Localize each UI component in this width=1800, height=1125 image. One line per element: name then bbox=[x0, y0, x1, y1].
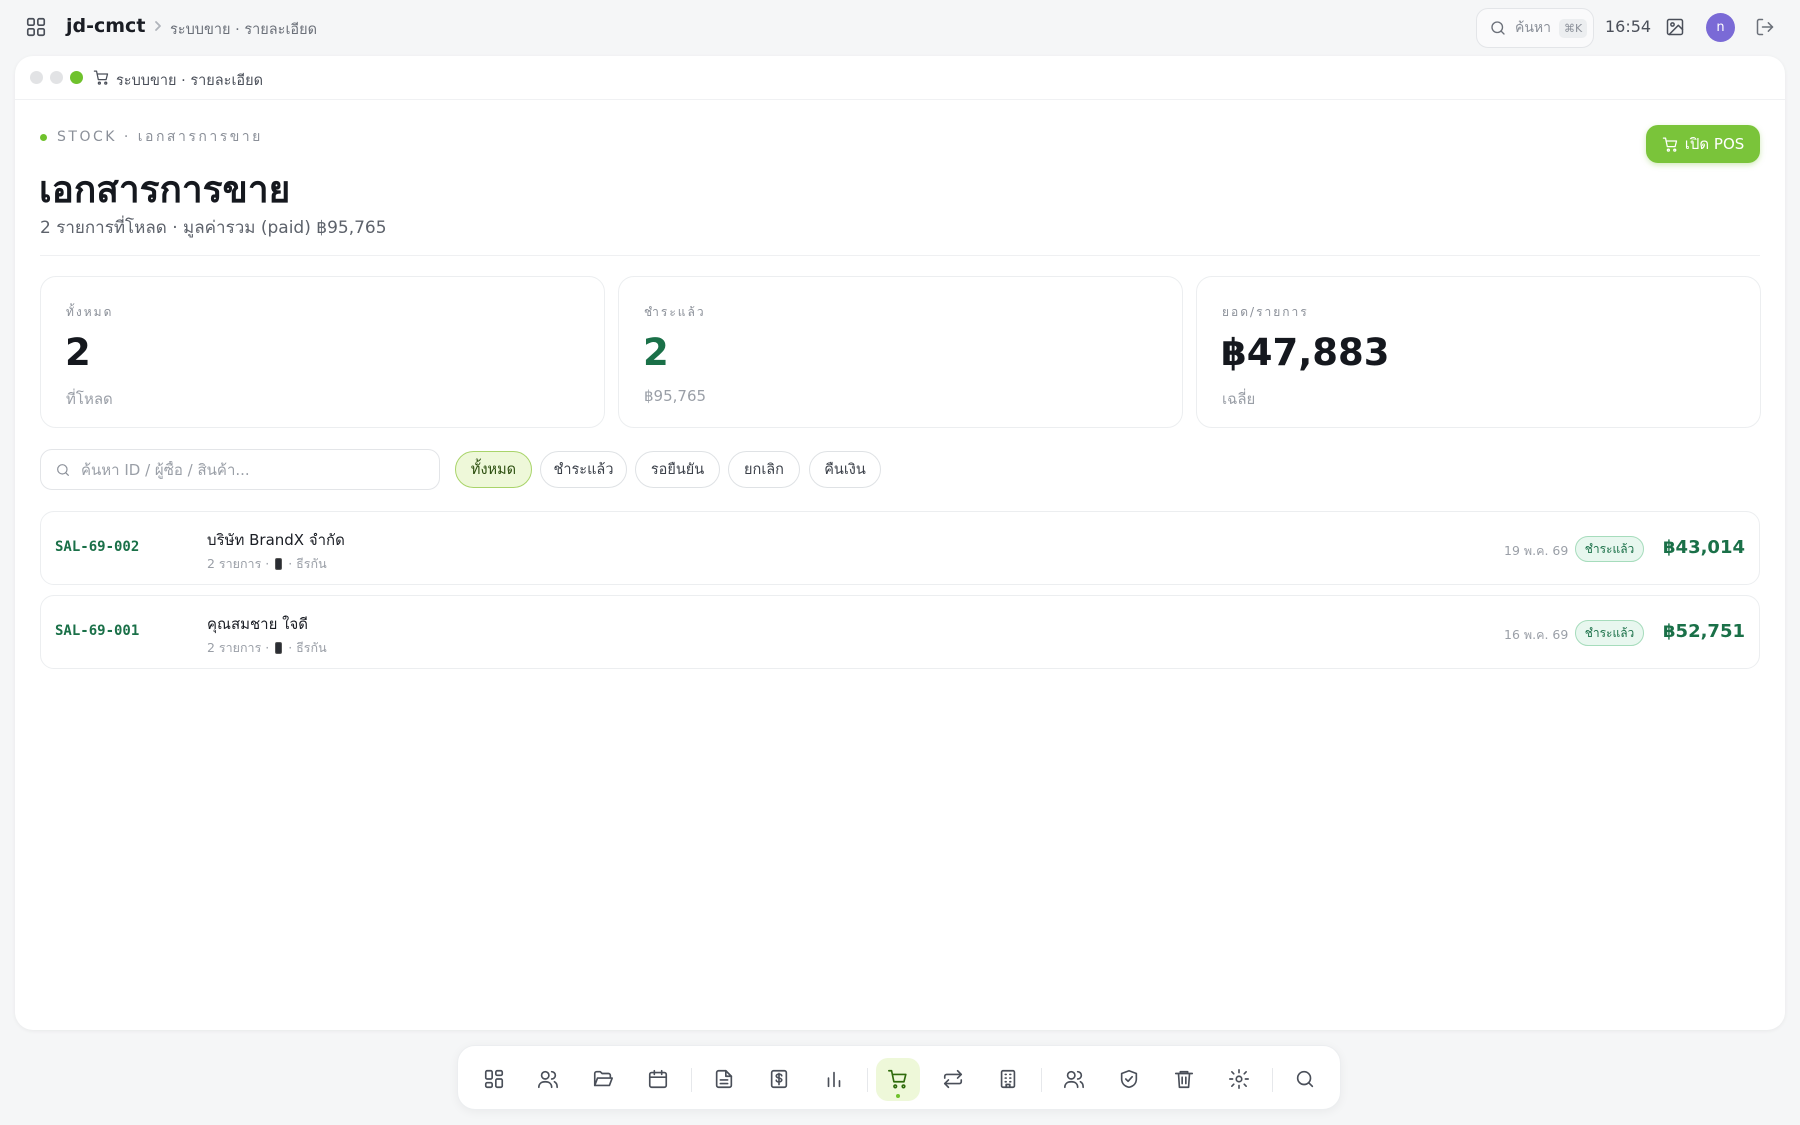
cart-icon bbox=[93, 69, 110, 86]
divider bbox=[40, 255, 1760, 256]
dock-separator bbox=[867, 1068, 868, 1092]
stat-note: ที่โหลด bbox=[66, 390, 113, 408]
filter-chip-all[interactable]: ทั้งหมด bbox=[455, 451, 532, 488]
sale-date: 16 พ.ค. 69 bbox=[1504, 627, 1569, 642]
dock-separator bbox=[691, 1068, 692, 1092]
bar-chart-icon[interactable] bbox=[812, 1058, 856, 1101]
calendar-icon[interactable] bbox=[636, 1058, 680, 1101]
page-eyebrow: STOCK · เอกสารการขาย bbox=[40, 126, 263, 148]
page-subtitle: 2 รายการที่โหลด · มูลค่ารวม (paid) ฿95,7… bbox=[40, 218, 387, 238]
sale-row[interactable]: SAL-69-001 คุณสมชาย ใจดี 2 รายการ · · ธี… bbox=[40, 595, 1760, 669]
bottom-dock bbox=[457, 1045, 1341, 1110]
sale-meta: 2 รายการ · · ธีรกัน bbox=[207, 638, 327, 658]
stat-value: 2 bbox=[643, 331, 669, 374]
filter-chip-pending[interactable]: รอยืนยัน bbox=[635, 451, 720, 488]
trash-icon[interactable] bbox=[1162, 1058, 1206, 1101]
status-badge: ชำระแล้ว bbox=[1575, 620, 1644, 646]
open-pos-button[interactable]: เปิด POS bbox=[1646, 125, 1760, 163]
document-icon[interactable] bbox=[702, 1058, 746, 1101]
sale-customer: คุณสมชาย ใจดี bbox=[207, 615, 309, 633]
dock-separator bbox=[1272, 1068, 1273, 1092]
sale-customer: บริษัท BrandX จำกัด bbox=[207, 531, 345, 549]
stat-label: ชำระแล้ว bbox=[644, 305, 706, 319]
sale-amount: ฿52,751 bbox=[1663, 621, 1745, 642]
stat-note: เฉลี่ย bbox=[1222, 390, 1256, 408]
phone-icon bbox=[275, 642, 283, 654]
search-icon bbox=[1491, 21, 1505, 35]
app-name[interactable]: jd-cmct bbox=[66, 15, 145, 37]
cart-icon[interactable] bbox=[876, 1058, 920, 1101]
stat-label: ยอด/รายการ bbox=[1222, 305, 1309, 319]
cart-icon bbox=[1662, 136, 1677, 152]
users-icon[interactable] bbox=[526, 1058, 570, 1101]
sale-id: SAL-69-002 bbox=[55, 539, 140, 555]
folder-open-icon[interactable] bbox=[581, 1058, 625, 1101]
avatar[interactable]: n bbox=[1706, 13, 1735, 42]
open-pos-label: เปิด POS bbox=[1684, 135, 1745, 153]
status-dot bbox=[40, 133, 47, 141]
team-icon[interactable] bbox=[1052, 1058, 1096, 1101]
page-title: เอกสารการขาย bbox=[39, 168, 291, 211]
chevron-right-icon bbox=[153, 20, 163, 32]
global-search-button[interactable]: ค้นหา ⌘K bbox=[1476, 8, 1594, 48]
status-badge: ชำระแล้ว bbox=[1575, 536, 1644, 562]
window-title-bar: ระบบขาย · รายละเอียด bbox=[15, 56, 1785, 100]
sale-date: 19 พ.ค. 69 bbox=[1504, 543, 1569, 558]
invoice-icon[interactable] bbox=[757, 1058, 801, 1101]
filter-chip-paid[interactable]: ชำระแล้ว bbox=[540, 451, 627, 488]
eyebrow-label: STOCK · เอกสารการขาย bbox=[57, 129, 263, 145]
window-maximize-dot[interactable] bbox=[70, 71, 83, 84]
clock: 16:54 bbox=[1605, 17, 1652, 36]
stat-value: 2 bbox=[65, 331, 91, 374]
window-title: ระบบขาย · รายละเอียด bbox=[116, 73, 264, 89]
image-icon[interactable] bbox=[1665, 17, 1685, 37]
search-shortcut: ⌘K bbox=[1559, 18, 1588, 38]
filter-chip-cancelled[interactable]: ยกเลิก bbox=[728, 451, 800, 488]
sale-channel: · ธีรกัน bbox=[288, 640, 327, 655]
sale-items: 2 รายการ · bbox=[207, 556, 270, 571]
logout-icon[interactable] bbox=[1755, 17, 1775, 37]
app-grid-icon[interactable] bbox=[25, 16, 47, 38]
building-icon[interactable] bbox=[986, 1058, 1030, 1101]
stat-value: ฿47,883 bbox=[1221, 331, 1390, 374]
search-icon[interactable] bbox=[1283, 1058, 1327, 1101]
breadcrumb[interactable]: ระบบขาย · รายละเอียด bbox=[170, 18, 317, 41]
search-icon bbox=[57, 463, 69, 476]
stat-card-total: ทั้งหมด 2 ที่โหลด bbox=[40, 276, 605, 428]
settings-icon[interactable] bbox=[1217, 1058, 1261, 1101]
sale-items: 2 รายการ · bbox=[207, 640, 270, 655]
sale-meta: 2 รายการ · · ธีรกัน bbox=[207, 554, 327, 574]
dock-separator bbox=[1041, 1068, 1042, 1092]
sales-search-input[interactable] bbox=[81, 460, 421, 479]
stat-card-paid: ชำระแล้ว 2 ฿95,765 bbox=[618, 276, 1183, 428]
transfer-icon[interactable] bbox=[931, 1058, 975, 1101]
sale-amount: ฿43,014 bbox=[1663, 537, 1745, 558]
stat-label: ทั้งหมด bbox=[66, 305, 114, 319]
search-label: ค้นหา bbox=[1515, 20, 1552, 36]
dashboard-icon[interactable] bbox=[472, 1058, 516, 1101]
window-close-dot[interactable] bbox=[30, 71, 43, 84]
stat-note: ฿95,765 bbox=[644, 387, 707, 405]
sale-channel: · ธีรกัน bbox=[288, 556, 327, 571]
sale-id: SAL-69-001 bbox=[55, 623, 140, 639]
top-bar: jd-cmct ระบบขาย · รายละเอียด ค้นหา ⌘K 16… bbox=[0, 0, 1800, 54]
window-minimize-dot[interactable] bbox=[50, 71, 63, 84]
sales-window: ระบบขาย · รายละเอียด STOCK · เอกสารการขา… bbox=[15, 56, 1785, 1030]
phone-icon bbox=[275, 558, 283, 570]
sales-search-box bbox=[40, 449, 440, 490]
sale-row[interactable]: SAL-69-002 บริษัท BrandX จำกัด 2 รายการ … bbox=[40, 511, 1760, 585]
filter-chip-refunded[interactable]: คืนเงิน bbox=[809, 451, 881, 488]
stat-card-average: ยอด/รายการ ฿47,883 เฉลี่ย bbox=[1196, 276, 1761, 428]
shield-icon[interactable] bbox=[1107, 1058, 1151, 1101]
